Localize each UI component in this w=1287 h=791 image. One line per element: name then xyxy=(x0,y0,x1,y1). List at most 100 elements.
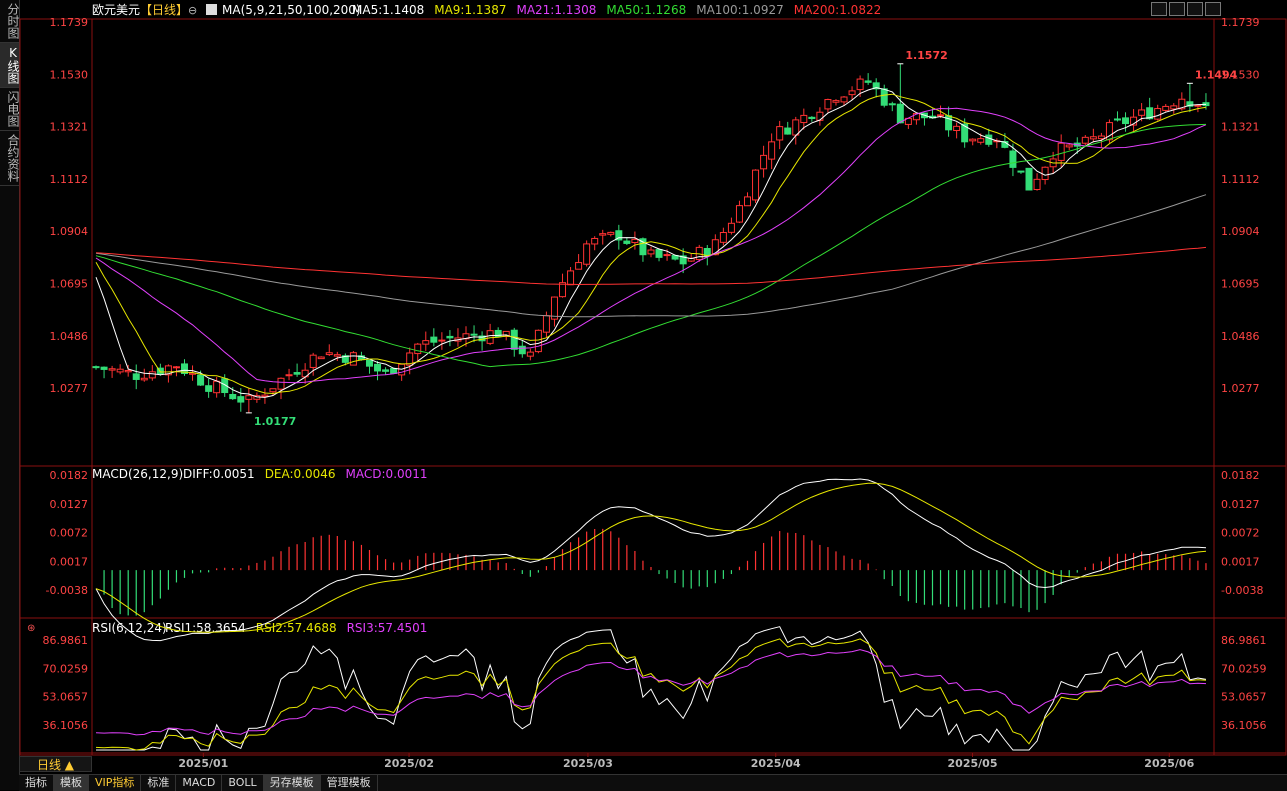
candle-body xyxy=(293,372,301,375)
ma9-line xyxy=(95,93,1207,395)
candle-body xyxy=(969,138,977,142)
candle-body xyxy=(937,114,945,117)
candle-body xyxy=(623,240,631,244)
y-tick-label-right: 86.9861 xyxy=(1221,634,1267,647)
candle-body xyxy=(599,233,607,236)
candle-body xyxy=(591,237,599,245)
y-tick-label-right: 0.0072 xyxy=(1221,527,1260,540)
y-tick-label-left: 1.0486 xyxy=(50,330,89,343)
candle-body xyxy=(1089,136,1097,140)
candle-body xyxy=(140,377,148,381)
rsi-settings-icon[interactable]: ⊛ xyxy=(27,623,35,634)
x-tick-label: 2025/03 xyxy=(563,757,613,770)
indicator-icon[interactable] xyxy=(206,4,217,15)
y-tick-label-left: -0.0038 xyxy=(46,584,88,597)
candle-body xyxy=(848,90,856,96)
candle-body xyxy=(205,385,213,392)
candle-body xyxy=(414,343,422,355)
ma-params: MA(5,9,21,50,100,200) xyxy=(222,3,361,17)
candle-body xyxy=(333,354,341,357)
candle-body xyxy=(1170,105,1178,110)
x-tick-label: 2025/05 xyxy=(948,757,998,770)
candle-body xyxy=(534,329,542,353)
settings-icon[interactable]: ⊖ xyxy=(188,4,197,17)
candle-body xyxy=(1113,118,1121,121)
tab-boll[interactable]: BOLL xyxy=(222,775,264,791)
y-tick-label-left: 70.0259 xyxy=(43,662,89,675)
y-tick-label-left: 1.1739 xyxy=(50,16,89,29)
tab-standard[interactable]: 标准 xyxy=(141,775,177,791)
dea-line xyxy=(95,482,1207,633)
candle-body xyxy=(1033,178,1041,191)
candle-body xyxy=(1041,166,1049,181)
candle-body xyxy=(309,354,317,368)
candle-body xyxy=(832,100,840,103)
candle-body xyxy=(237,396,245,403)
candle-body xyxy=(116,368,124,373)
candle-body xyxy=(172,366,180,369)
macd-plot xyxy=(95,478,1207,642)
candle-body xyxy=(526,351,534,357)
tab-macd[interactable]: MACD xyxy=(176,775,223,791)
tab-save-template[interactable]: 另存模板 xyxy=(263,775,321,791)
candle-body xyxy=(317,356,325,360)
candle-body xyxy=(349,352,357,366)
candle-body xyxy=(752,169,760,201)
candle-body xyxy=(365,359,373,367)
candle-body xyxy=(856,78,864,91)
candle-body xyxy=(277,377,285,390)
tab-vip-indicator[interactable]: VIP指标 xyxy=(89,775,142,791)
candle-body xyxy=(953,125,961,131)
y-tick-label-right: 1.0695 xyxy=(1221,278,1260,291)
tab-indicator[interactable]: 指标 xyxy=(19,775,54,791)
candle-body xyxy=(470,333,478,336)
price-annotation: 1.1494 xyxy=(1195,68,1238,81)
tab-manage-template[interactable]: 管理模板 xyxy=(321,775,378,791)
candle-body xyxy=(486,330,494,344)
candle-body xyxy=(800,114,808,124)
y-tick-label-left: 1.0695 xyxy=(50,278,89,291)
candle-body xyxy=(438,339,446,342)
y-tick-label-left: 0.0017 xyxy=(50,555,89,568)
candle-body xyxy=(760,154,768,170)
candle-body xyxy=(663,254,671,257)
candle-body xyxy=(792,119,800,136)
candle-body xyxy=(977,138,985,143)
candle-body xyxy=(245,395,253,400)
y-tick-label-right: 0.0127 xyxy=(1221,498,1260,511)
tab-template[interactable]: 模板 xyxy=(54,775,89,791)
x-tick-label: 2025/04 xyxy=(751,757,801,770)
candle-body xyxy=(269,388,277,393)
candle-body xyxy=(1065,144,1073,148)
macd-params: MACD(26,12,9) xyxy=(92,467,183,481)
candle-body xyxy=(518,345,526,355)
candle-body xyxy=(325,352,333,356)
rsi3-line xyxy=(95,649,1207,736)
candle-body xyxy=(108,368,116,371)
candle-body xyxy=(631,238,639,244)
candle-body xyxy=(840,96,848,103)
candle-body xyxy=(124,370,132,373)
candle-body xyxy=(768,141,776,160)
candle-body xyxy=(888,103,896,106)
candle-body xyxy=(430,336,438,343)
chart-canvas[interactable]: 欧元美元【日线】 ⊖ MA(5,9,21,50,100,200) MA5:1.1… xyxy=(0,0,1287,790)
candle-body xyxy=(382,369,390,372)
y-tick-label-left: 53.0657 xyxy=(43,691,89,704)
candle-body xyxy=(896,103,904,124)
period-button[interactable]: 日线 ▲ xyxy=(19,756,92,772)
candle-body xyxy=(784,127,792,135)
y-tick-label-left: 0.0127 xyxy=(50,498,89,511)
y-tick-label-left: 0.0072 xyxy=(50,527,89,540)
y-tick-label-left: 1.0277 xyxy=(50,382,89,395)
candle-body xyxy=(422,340,430,345)
x-axis: 2025/01 2025/02 2025/03 2025/04 2025/05 2025/… xyxy=(178,753,1195,770)
x-tick-label: 2025/01 xyxy=(178,757,228,770)
y-tick-label-right: 1.0904 xyxy=(1221,225,1260,238)
y-tick-label-left: 1.1530 xyxy=(50,68,89,81)
y-tick-label-right: 1.1112 xyxy=(1221,173,1260,186)
rsi-plot xyxy=(95,626,1207,751)
price-annotation: 1.1572 xyxy=(905,49,947,62)
macd-values: DIFF:0.0051 DEA:0.0046 MACD:0.0011 xyxy=(183,467,428,481)
candle-body xyxy=(575,262,583,270)
